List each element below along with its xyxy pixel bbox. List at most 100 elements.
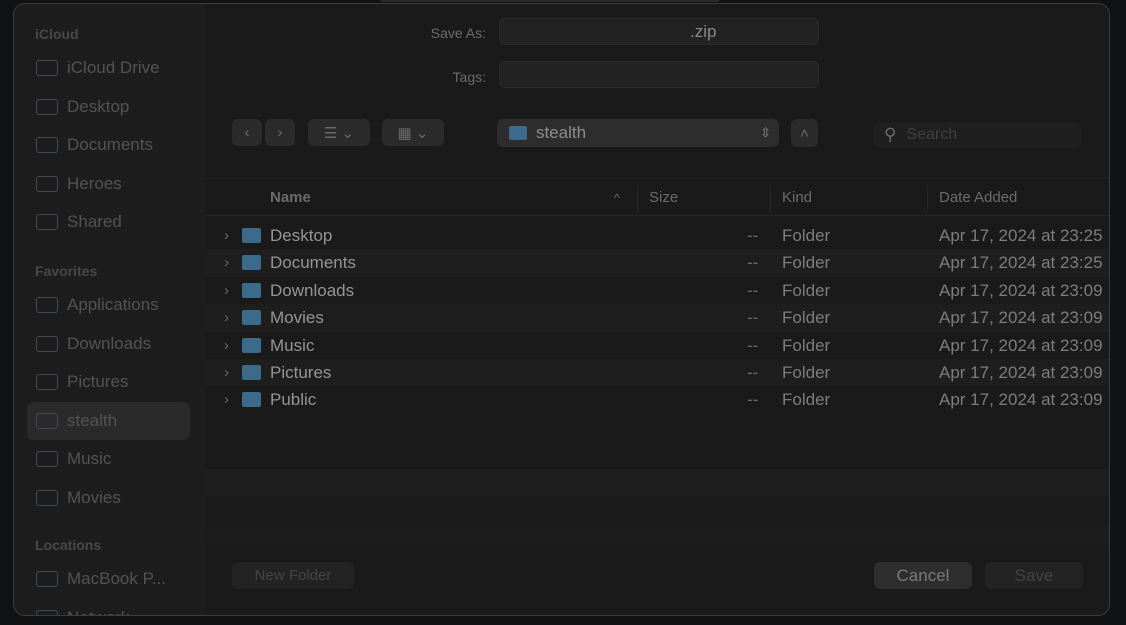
file-name: Downloads [270, 280, 355, 300]
column-size[interactable]: Size [649, 189, 678, 206]
tags-field[interactable] [499, 61, 819, 88]
sort-ascending-icon: ^ [614, 191, 620, 205]
expand-collapse-button[interactable]: ˄ [791, 119, 818, 147]
file-kind: Folder [782, 253, 831, 273]
disclosure-chevron-icon[interactable]: › [224, 282, 229, 299]
file-name: Desktop [270, 226, 333, 245]
sidebar-item-label: Pictures [67, 372, 129, 391]
sidebar-item-label: Applications [67, 295, 159, 314]
sidebar-item-label: Downloads [67, 333, 152, 353]
sidebar-item-label: Desktop [67, 96, 130, 116]
forward-button[interactable]: › [265, 119, 295, 146]
folder-icon [242, 392, 261, 408]
table-row[interactable]: › Music -- Folder Apr 17, 2024 at 23:09 [206, 332, 1109, 359]
new-folder-button[interactable]: New Folder [232, 562, 354, 589]
shared-folder-icon [36, 214, 58, 230]
file-size: -- [747, 308, 759, 328]
home-folder-icon [509, 126, 527, 140]
search-input[interactable]: ⚲ Search [874, 122, 1081, 148]
save-button[interactable]: Save [985, 562, 1083, 589]
cloud-icon [36, 60, 58, 76]
sidebar-section-title: Favorites [35, 263, 98, 279]
home-icon [36, 412, 58, 429]
sidebar-item-downloads[interactable]: Downloads [27, 325, 190, 363]
tags-label: Tags: [452, 69, 486, 85]
back-button[interactable]: ‹ [232, 119, 262, 146]
file-size: -- [747, 226, 759, 245]
chevron-right-icon: › [277, 124, 283, 141]
table-row[interactable]: › Movies -- Folder Apr 17, 2024 at 23:09 [206, 304, 1109, 332]
column-header: Name ^ Size Kind Date Added [206, 178, 1109, 216]
applications-icon [36, 297, 58, 313]
disclosure-chevron-icon[interactable]: › [224, 227, 229, 244]
sidebar-item-network[interactable]: Network [27, 599, 190, 615]
sidebar-item-heroes[interactable]: Heroes [27, 165, 190, 203]
disclosure-chevron-icon[interactable]: › [224, 309, 229, 326]
table-row[interactable]: › Desktop -- Folder Apr 17, 2024 at 23:2… [206, 222, 1109, 249]
disclosure-chevron-icon[interactable]: › [224, 337, 229, 354]
save-as-label: Save As: [430, 25, 486, 41]
sidebar-item-icloud-drive[interactable]: iCloud Drive [27, 49, 190, 87]
save-as-field[interactable]: .zip [499, 18, 819, 45]
file-date-added: Apr 17, 2024 at 23:25 [939, 226, 1103, 245]
disclosure-chevron-icon[interactable]: › [224, 254, 229, 271]
table-row[interactable]: › Documents -- Folder Apr 17, 2024 at 23… [206, 249, 1109, 277]
sidebar-item-stealth[interactable]: stealth [27, 401, 190, 440]
location-label: stealth [536, 123, 587, 142]
file-size: -- [747, 253, 759, 273]
sidebar-item-label: Shared [67, 212, 122, 231]
disclosure-chevron-icon[interactable]: › [224, 391, 229, 408]
sidebar-item-macbook-p-[interactable]: MacBook P... [27, 560, 190, 598]
group-button[interactable]: ▦ ⌄ [382, 119, 444, 146]
document-icon [36, 137, 58, 153]
download-icon [36, 335, 58, 352]
updown-chevron-icon: ⇳ [760, 125, 771, 140]
file-name: Music [270, 335, 315, 355]
view-mode-button[interactable]: ☰ ⌄ [308, 119, 370, 146]
save-as-value: .zip [690, 22, 717, 41]
sidebar-item-label: Heroes [67, 173, 122, 193]
location-popup[interactable]: stealth ⇳ [497, 119, 779, 147]
file-size: -- [747, 362, 759, 382]
pictures-icon [36, 374, 58, 390]
file-date-added: Apr 17, 2024 at 23:09 [939, 362, 1103, 382]
sidebar: iCloud iCloud Drive Desktop Documents Heroes… [14, 4, 206, 615]
file-name: Public [270, 390, 317, 410]
table-row[interactable]: › Downloads -- Folder Apr 17, 2024 at 23… [206, 277, 1109, 304]
save-dialog: iCloud iCloud Drive Desktop Documents Heroes… [13, 3, 1110, 616]
file-name: Pictures [270, 362, 332, 382]
disclosure-chevron-icon[interactable]: › [224, 364, 229, 381]
empty-row [206, 469, 1109, 497]
background-window-title [380, 0, 720, 2]
folder-icon [242, 337, 261, 353]
desktop-icon [36, 98, 58, 115]
sidebar-item-music[interactable]: Music [27, 440, 190, 478]
column-name[interactable]: Name [270, 189, 311, 206]
file-kind: Folder [782, 390, 831, 410]
file-kind: Folder [782, 226, 831, 245]
file-name: Documents [270, 253, 356, 273]
file-kind: Folder [782, 335, 831, 355]
file-list: › Desktop -- Folder Apr 17, 2024 at 23:2… [206, 222, 1109, 414]
file-name: Movies [270, 308, 324, 328]
cancel-button[interactable]: Cancel [874, 562, 972, 589]
sidebar-item-label: Documents [67, 135, 153, 154]
sidebar-section-title: iCloud [35, 26, 79, 42]
sidebar-item-pictures[interactable]: Pictures [27, 363, 190, 401]
folder-icon [242, 255, 261, 271]
table-row[interactable]: › Pictures -- Folder Apr 17, 2024 at 23:… [206, 358, 1109, 387]
sidebar-item-movies[interactable]: Movies [27, 479, 190, 517]
column-kind[interactable]: Kind [782, 189, 812, 206]
table-row[interactable]: › Public -- Folder Apr 17, 2024 at 23:09 [206, 386, 1109, 413]
sidebar-item-desktop[interactable]: Desktop [27, 88, 190, 126]
file-kind: Folder [782, 308, 831, 328]
list-icon: ☰ ⌄ [323, 124, 355, 142]
file-date-added: Apr 17, 2024 at 23:09 [939, 308, 1103, 328]
folder-icon [36, 175, 58, 192]
sidebar-item-documents[interactable]: Documents [27, 126, 190, 164]
sidebar-item-applications[interactable]: Applications [27, 286, 190, 324]
column-date-added[interactable]: Date Added [939, 189, 1017, 206]
file-date-added: Apr 17, 2024 at 23:09 [939, 390, 1103, 410]
folder-icon [242, 364, 261, 380]
sidebar-item-shared[interactable]: Shared [27, 203, 190, 241]
